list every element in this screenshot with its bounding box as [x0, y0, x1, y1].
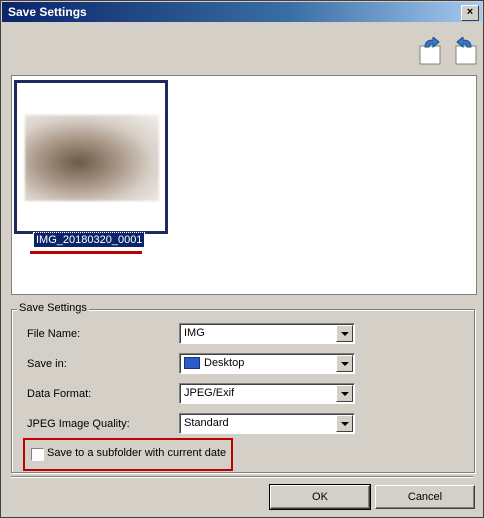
group-title: Save Settings [17, 302, 89, 314]
ok-button[interactable]: OK [269, 484, 371, 510]
divider [11, 476, 473, 478]
data-format-label: Data Format: [27, 388, 92, 400]
close-icon: × [466, 6, 474, 18]
data-format-value: JPEG/Exif [184, 387, 235, 399]
quality-label: JPEG Image Quality: [27, 418, 130, 430]
rotate-right-icon[interactable] [449, 37, 477, 65]
preview-area: IMG_20180320_0001 [11, 75, 477, 295]
quality-value: Standard [184, 417, 229, 429]
highlight-underline [30, 251, 142, 254]
file-name-value: IMG [184, 327, 205, 339]
save-in-select[interactable]: Desktop [179, 353, 355, 374]
thumbnail-image [25, 115, 159, 201]
quality-select[interactable]: Standard [179, 413, 355, 434]
subfolder-label[interactable]: Save to a subfolder with current date [47, 447, 226, 459]
chevron-down-icon[interactable] [336, 355, 353, 372]
window-title: Save Settings [8, 5, 87, 19]
save-settings-dialog: Save Settings × IMG_20180320_0001 Save S… [0, 0, 484, 518]
thumbnail[interactable] [14, 80, 168, 234]
subfolder-option-highlight: Save to a subfolder with current date [23, 438, 233, 471]
rotate-left-icon[interactable] [419, 37, 447, 65]
file-name-select[interactable]: IMG [179, 323, 355, 344]
save-in-value: Desktop [204, 357, 245, 369]
save-in-label: Save in: [27, 358, 67, 370]
data-format-select[interactable]: JPEG/Exif [179, 383, 355, 404]
file-name-label: File Name: [27, 328, 81, 340]
subfolder-checkbox[interactable] [31, 448, 44, 461]
chevron-down-icon[interactable] [336, 415, 353, 432]
title-bar[interactable]: Save Settings × [2, 2, 482, 22]
chevron-down-icon[interactable] [336, 325, 353, 342]
close-button[interactable]: × [461, 5, 479, 21]
cancel-button[interactable]: Cancel [375, 485, 475, 509]
desktop-icon [184, 357, 200, 370]
chevron-down-icon[interactable] [336, 385, 353, 402]
thumbnail-filename[interactable]: IMG_20180320_0001 [32, 232, 146, 248]
